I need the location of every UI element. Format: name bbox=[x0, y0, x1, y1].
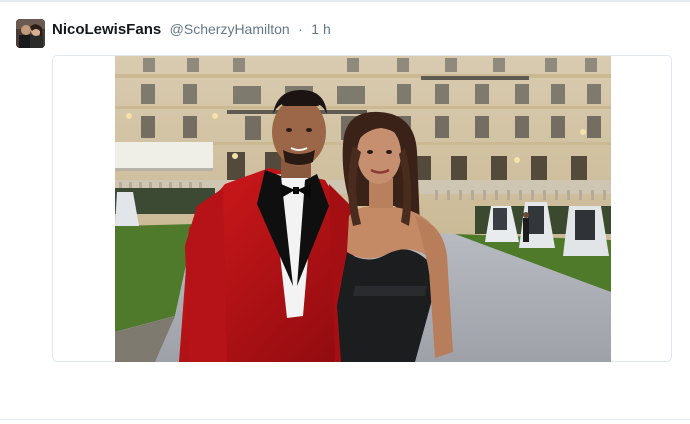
username-handle[interactable]: @ScherzyHamilton bbox=[170, 21, 290, 37]
avatar[interactable] bbox=[16, 19, 45, 48]
tweet-photo[interactable] bbox=[115, 56, 611, 362]
media-card[interactable] bbox=[52, 55, 672, 362]
photo-image bbox=[115, 56, 611, 362]
bottom-divider bbox=[0, 419, 690, 420]
tweet-header: NicoLewisFans @ScherzyHamilton · 1 h bbox=[52, 19, 331, 39]
user-avatar-icon bbox=[16, 19, 45, 48]
separator-dot: · bbox=[298, 21, 303, 37]
timestamp[interactable]: 1 h bbox=[311, 21, 330, 37]
display-name[interactable]: NicoLewisFans bbox=[52, 21, 161, 38]
tweet[interactable]: NicoLewisFans @ScherzyHamilton · 1 h bbox=[0, 0, 690, 419]
